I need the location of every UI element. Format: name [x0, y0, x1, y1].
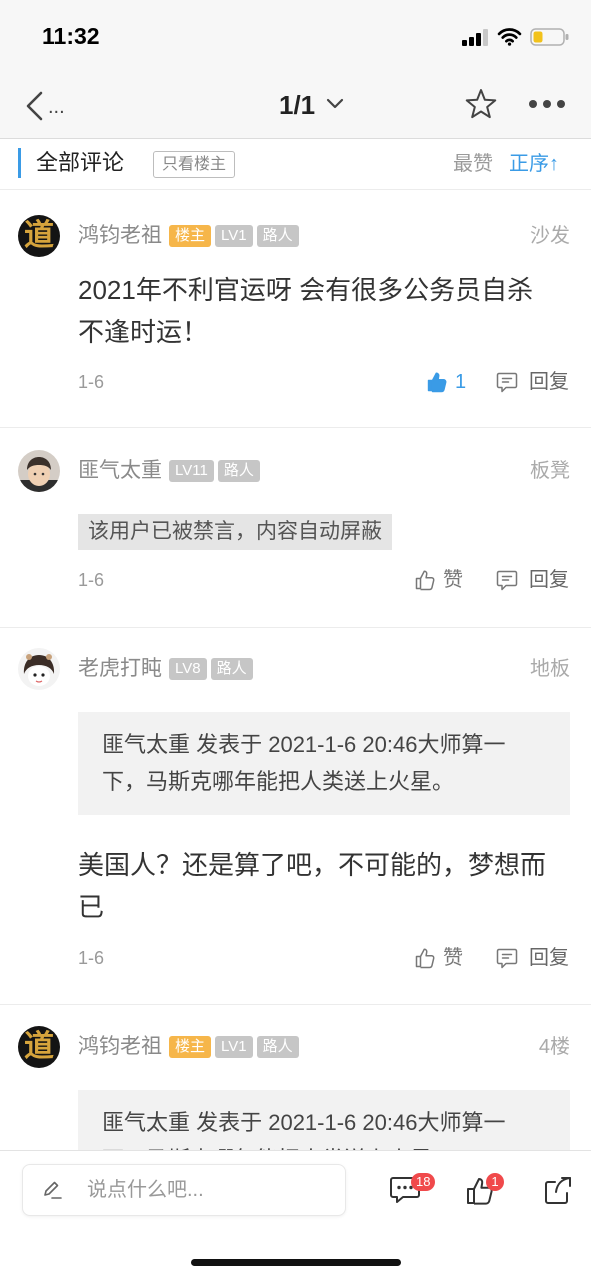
like-button[interactable]: 赞: [443, 567, 463, 593]
avatar-glyph: 道: [24, 1029, 54, 1064]
comment-item: 匪气太重 LV11 路人 板凳 该用户已被禁言，内容自动屏蔽 1-6 赞 回复: [0, 428, 591, 628]
comments-page: 11:32 ... 1/1 全部评论 只看楼主 最赞 正序↑ 道 鸿钧老祖 楼主…: [0, 0, 591, 1280]
owner-badge: 楼主: [169, 1036, 212, 1058]
back-chevron-icon: [26, 91, 43, 121]
thumbs-up-filled-icon[interactable]: [425, 370, 449, 394]
reply-button[interactable]: 回复: [529, 945, 569, 971]
more-icon[interactable]: [528, 99, 566, 109]
share-icon[interactable]: [542, 1175, 574, 1207]
comment-item: 道 鸿钧老祖 楼主 LV1 路人 4楼 匪气太重 发表于 2021-1-6 20…: [0, 1005, 591, 1150]
username[interactable]: 鸿钧老祖: [78, 1035, 162, 1059]
back-button[interactable]: ...: [20, 88, 80, 122]
cartoon-avatar-icon: [18, 648, 60, 690]
level-badge: LV11: [169, 460, 214, 482]
floor-label: 板凳: [530, 460, 570, 482]
comment-footer: 1-6 赞 回复: [0, 567, 591, 593]
reply-button[interactable]: 回复: [529, 567, 569, 593]
like-count[interactable]: 1: [455, 369, 466, 395]
wifi-icon: [497, 28, 522, 46]
like-button[interactable]: 赞: [443, 945, 463, 971]
level-badge: LV8: [169, 658, 207, 680]
reply-icon[interactable]: [495, 946, 519, 970]
owner-badge: 楼主: [169, 225, 212, 247]
signal-icon: [462, 29, 488, 46]
level-badge: LV1: [215, 1036, 253, 1058]
battery-icon: [530, 28, 569, 46]
avatar[interactable]: 道: [18, 215, 60, 257]
avatar[interactable]: 道: [18, 1026, 60, 1068]
blocked-notice: 该用户已被禁言，内容自动屏蔽: [78, 514, 392, 550]
reply-icon[interactable]: [495, 568, 519, 592]
comment-item: 老虎打盹 LV8 路人 地板 匪气太重 发表于 2021-1-6 20:46大师…: [0, 628, 591, 1005]
page-indicator: 1/1: [279, 90, 316, 120]
reply-icon[interactable]: [495, 370, 519, 394]
nav-bar: ... 1/1: [0, 70, 591, 139]
floor-label: 地板: [530, 658, 570, 680]
title-badge: 路人: [256, 1036, 299, 1058]
page-selector[interactable]: 1/1: [279, 90, 344, 120]
avatar-glyph: 道: [24, 218, 54, 253]
comment-count-badge: 18: [411, 1173, 436, 1191]
section-accent-bar: [18, 148, 21, 178]
comment-footer: 1-6 1 回复: [0, 369, 591, 395]
comment-header: 老虎打盹 LV8 路人: [78, 657, 257, 681]
quoted-reply[interactable]: 匪气太重 发表于 2021-1-6 20:46大师算一下，马斯克哪年能把人类送上…: [78, 712, 570, 815]
username[interactable]: 老虎打盹: [78, 657, 162, 681]
comment-header: 鸿钧老祖 楼主 LV1 路人: [78, 224, 303, 248]
sort-ascending-tab[interactable]: 正序↑: [509, 151, 559, 177]
home-indicator[interactable]: [191, 1259, 401, 1266]
comment-text: 美国人？还是算了吧，不可能的，梦想而已: [78, 850, 547, 922]
chevron-down-icon: [326, 98, 344, 109]
floor-label: 4楼: [538, 1036, 570, 1058]
back-ellipsis: ...: [48, 96, 65, 118]
quoted-reply[interactable]: 匪气太重 发表于 2021-1-6 20:46大师算一下，马斯克哪年能把人类送上…: [78, 1090, 570, 1150]
title-badge: 路人: [210, 658, 253, 680]
star-icon[interactable]: [464, 88, 498, 120]
comment-date: 1-6: [78, 948, 105, 968]
comment-item: 道 鸿钧老祖 楼主 LV1 路人 沙发 2021年不利官运呀 会有很多公务员自杀…: [0, 190, 591, 428]
comment-text: 2021年不利官运呀 会有很多公务员自杀 不逢时运！: [78, 275, 534, 347]
comment-header: 鸿钧老祖 楼主 LV1 路人: [78, 1035, 303, 1059]
username[interactable]: 鸿钧老祖: [78, 224, 162, 248]
status-time: 11:32: [42, 23, 100, 49]
comment-input-box[interactable]: [22, 1164, 346, 1216]
thumbs-up-icon[interactable]: [413, 946, 437, 970]
comment-sort-bar: 全部评论 只看楼主 最赞 正序↑: [0, 139, 591, 190]
edit-icon: [44, 1181, 62, 1199]
op-only-filter-button[interactable]: 只看楼主: [153, 151, 236, 178]
level-badge: LV1: [215, 225, 253, 247]
comment-date: 1-6: [78, 570, 105, 590]
comment-list[interactable]: 道 鸿钧老祖 楼主 LV1 路人 沙发 2021年不利官运呀 会有很多公务员自杀…: [0, 190, 591, 1150]
status-bar: 11:32: [0, 0, 591, 70]
title-badge: 路人: [217, 460, 260, 482]
reply-button[interactable]: 回复: [529, 369, 569, 395]
comment-header: 匪气太重 LV11 路人: [78, 459, 264, 483]
floor-label: 沙发: [530, 225, 570, 247]
sort-by-likes-tab[interactable]: 最赞: [453, 151, 493, 177]
comment-input[interactable]: [87, 1165, 337, 1215]
username[interactable]: 匪气太重: [78, 459, 162, 483]
thumbs-up-icon[interactable]: [413, 568, 437, 592]
section-title: 全部评论: [36, 150, 125, 175]
avatar[interactable]: [18, 648, 60, 690]
user-photo-icon: [18, 450, 60, 492]
like-count-badge: 1: [486, 1173, 504, 1191]
comment-date: 1-6: [78, 372, 105, 392]
comment-footer: 1-6 赞 回复: [0, 945, 591, 971]
title-badge: 路人: [256, 225, 299, 247]
avatar[interactable]: [18, 450, 60, 492]
